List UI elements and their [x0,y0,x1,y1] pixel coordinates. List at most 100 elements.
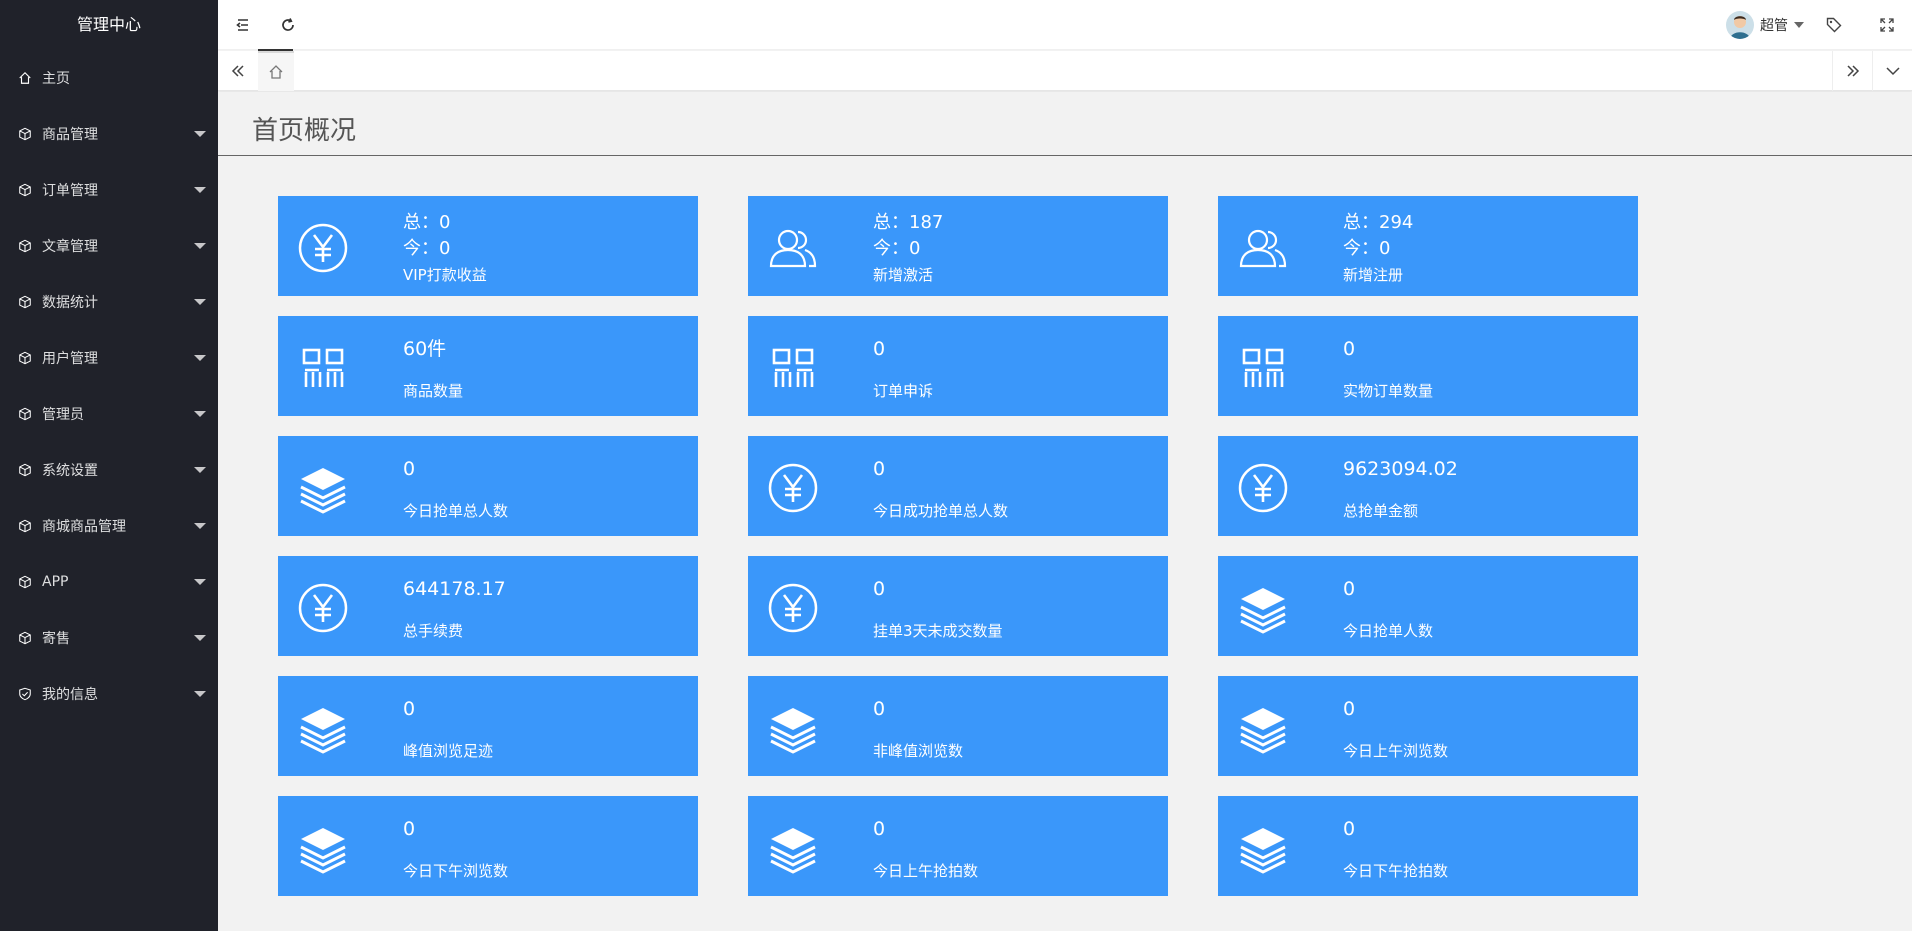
yen-icon [766,461,820,515]
cube-icon [18,239,32,253]
sidebar-item-orders[interactable]: 订单管理 [0,162,218,218]
sidebar-item-label: 管理员 [42,407,84,423]
stat-value: 0 [873,578,886,600]
refresh-button[interactable] [263,0,313,50]
user-menu[interactable]: 超管 [1726,0,1804,50]
cube-icon [18,183,32,197]
sidebar-item-settings[interactable]: 系统设置 [0,442,218,498]
today-value: 0 [909,238,921,259]
sidebar-item-goods[interactable]: 商品管理 [0,106,218,162]
stat-value: 0 [873,338,886,360]
home-icon [18,71,32,85]
tab-actions [1832,51,1912,91]
cube-icon [18,351,32,365]
sidebar-menu: 主页 商品管理 订单管理 文章管理 数据统计 用户管理 管理员 系统设置 商城商… [0,50,218,722]
refresh-icon [282,18,294,31]
tag-button[interactable] [1809,0,1859,50]
main-content: 首页概况 总：0 今：0 VIP打款收益 总：187 今：0 新增激活 总：29… [218,92,1912,931]
sidebar-item-admins[interactable]: 管理员 [0,386,218,442]
caret-down-icon [194,131,206,137]
caret-down-icon [194,635,206,641]
stat-card-total-fees: 644178.17 总手续费 [278,556,698,656]
stat-card-new-activations: 总：187 今：0 新增激活 [748,196,1168,296]
menu-fold-icon [236,19,248,31]
users-icon [1236,221,1290,275]
stat-label: 峰值浏览足迹 [403,742,494,760]
tabs-scroll-right-button[interactable] [1832,51,1872,91]
tab-home[interactable] [258,51,294,91]
sidebar-item-label: 我的信息 [42,687,98,703]
stat-card-today-morning-views: 0 今日上午浏览数 [1218,676,1638,776]
stat-label: 今日下午浏览数 [403,862,509,880]
tabs-menu-button[interactable] [1872,51,1912,91]
sidebar-item-home[interactable]: 主页 [0,50,218,106]
sidebar-item-mall-goods[interactable]: 商城商品管理 [0,498,218,554]
cube-icon [18,631,32,645]
chevron-down-icon [1885,67,1900,76]
sidebar-item-label: 订单管理 [42,183,98,199]
stat-label: 今日上午浏览数 [1343,742,1449,760]
caret-down-icon [194,243,206,249]
stat-label: 新增激活 [873,266,934,284]
today-label: 今： [1343,238,1379,259]
stat-card-today-afternoon-grabs: 0 今日下午抢拍数 [1218,796,1638,896]
stat-label: 新增注册 [1343,266,1404,284]
yen-icon [296,221,350,275]
sidebar-item-users[interactable]: 用户管理 [0,330,218,386]
stat-value: 9623094.02 [1343,458,1458,480]
stat-card-physical-orders: 0 实物订单数量 [1218,316,1638,416]
stat-card-today-success-grab-users: 0 今日成功抢单总人数 [748,436,1168,536]
stat-value: 60件 [403,338,447,360]
caret-down-icon [194,411,206,417]
total-label: 总： [403,212,439,233]
fullscreen-button[interactable] [1862,0,1912,50]
tag-icon [1826,17,1842,33]
sidebar: 管理中心 主页 商品管理 订单管理 文章管理 数据统计 用户管理 管理员 系统设… [0,0,218,931]
toggle-sidebar-button[interactable] [218,0,268,50]
stat-label: 总手续费 [403,622,464,640]
yen-icon [766,581,820,635]
caret-down-icon [194,355,206,361]
stat-label: 挂单3天未成交数量 [873,622,1003,640]
sidebar-item-articles[interactable]: 文章管理 [0,218,218,274]
sidebar-item-label: APP [42,574,69,590]
sidebar-item-label: 系统设置 [42,463,98,479]
stat-card-order-appeals: 0 订单申诉 [748,316,1168,416]
users-icon [766,221,820,275]
cube-icon [18,519,32,533]
sidebar-item-consignment[interactable]: 寄售 [0,610,218,666]
total-value: 294 [1379,212,1414,233]
user-name: 超管 [1760,18,1788,34]
stat-label: 实物订单数量 [1343,382,1434,400]
yen-icon [296,581,350,635]
stat-label: 今日抢单总人数 [403,502,509,520]
sidebar-item-label: 商品管理 [42,127,98,143]
stat-card-today-morning-snaps: 0 今日上午抢拍数 [748,796,1168,896]
stat-label: 订单申诉 [873,382,934,400]
tabs-scroll-left-button[interactable] [218,51,258,91]
stat-label: 非峰值浏览数 [873,742,964,760]
stat-card-total-grab-amount: 9623094.02 总抢单金额 [1218,436,1638,536]
total-value: 187 [909,212,944,233]
stat-label: 今日下午抢拍数 [1343,862,1449,880]
stat-value: 644178.17 [403,578,506,600]
layers-icon [296,461,350,515]
stat-card-today-grab-users: 0 今日抢单人数 [1218,556,1638,656]
cube-icon [18,463,32,477]
stat-value: 0 [403,458,416,480]
double-chevron-left-icon [231,65,244,77]
sidebar-item-my-info[interactable]: 我的信息 [0,666,218,722]
sidebar-item-app[interactable]: APP [0,554,218,610]
layers-icon [296,821,350,875]
layers-icon [766,701,820,755]
cube-icon [18,407,32,421]
caret-down-icon [194,579,206,585]
sidebar-item-label: 用户管理 [42,351,98,367]
sidebar-item-statistics[interactable]: 数据统计 [0,274,218,330]
sidebar-item-label: 主页 [42,71,70,87]
stat-card-pending-3days: 0 挂单3天未成交数量 [748,556,1168,656]
stat-label: 今日成功抢单总人数 [873,502,1009,520]
stat-card-vip-income: 总：0 今：0 VIP打款收益 [278,196,698,296]
cube-icon [18,295,32,309]
stat-value: 0 [873,698,886,720]
